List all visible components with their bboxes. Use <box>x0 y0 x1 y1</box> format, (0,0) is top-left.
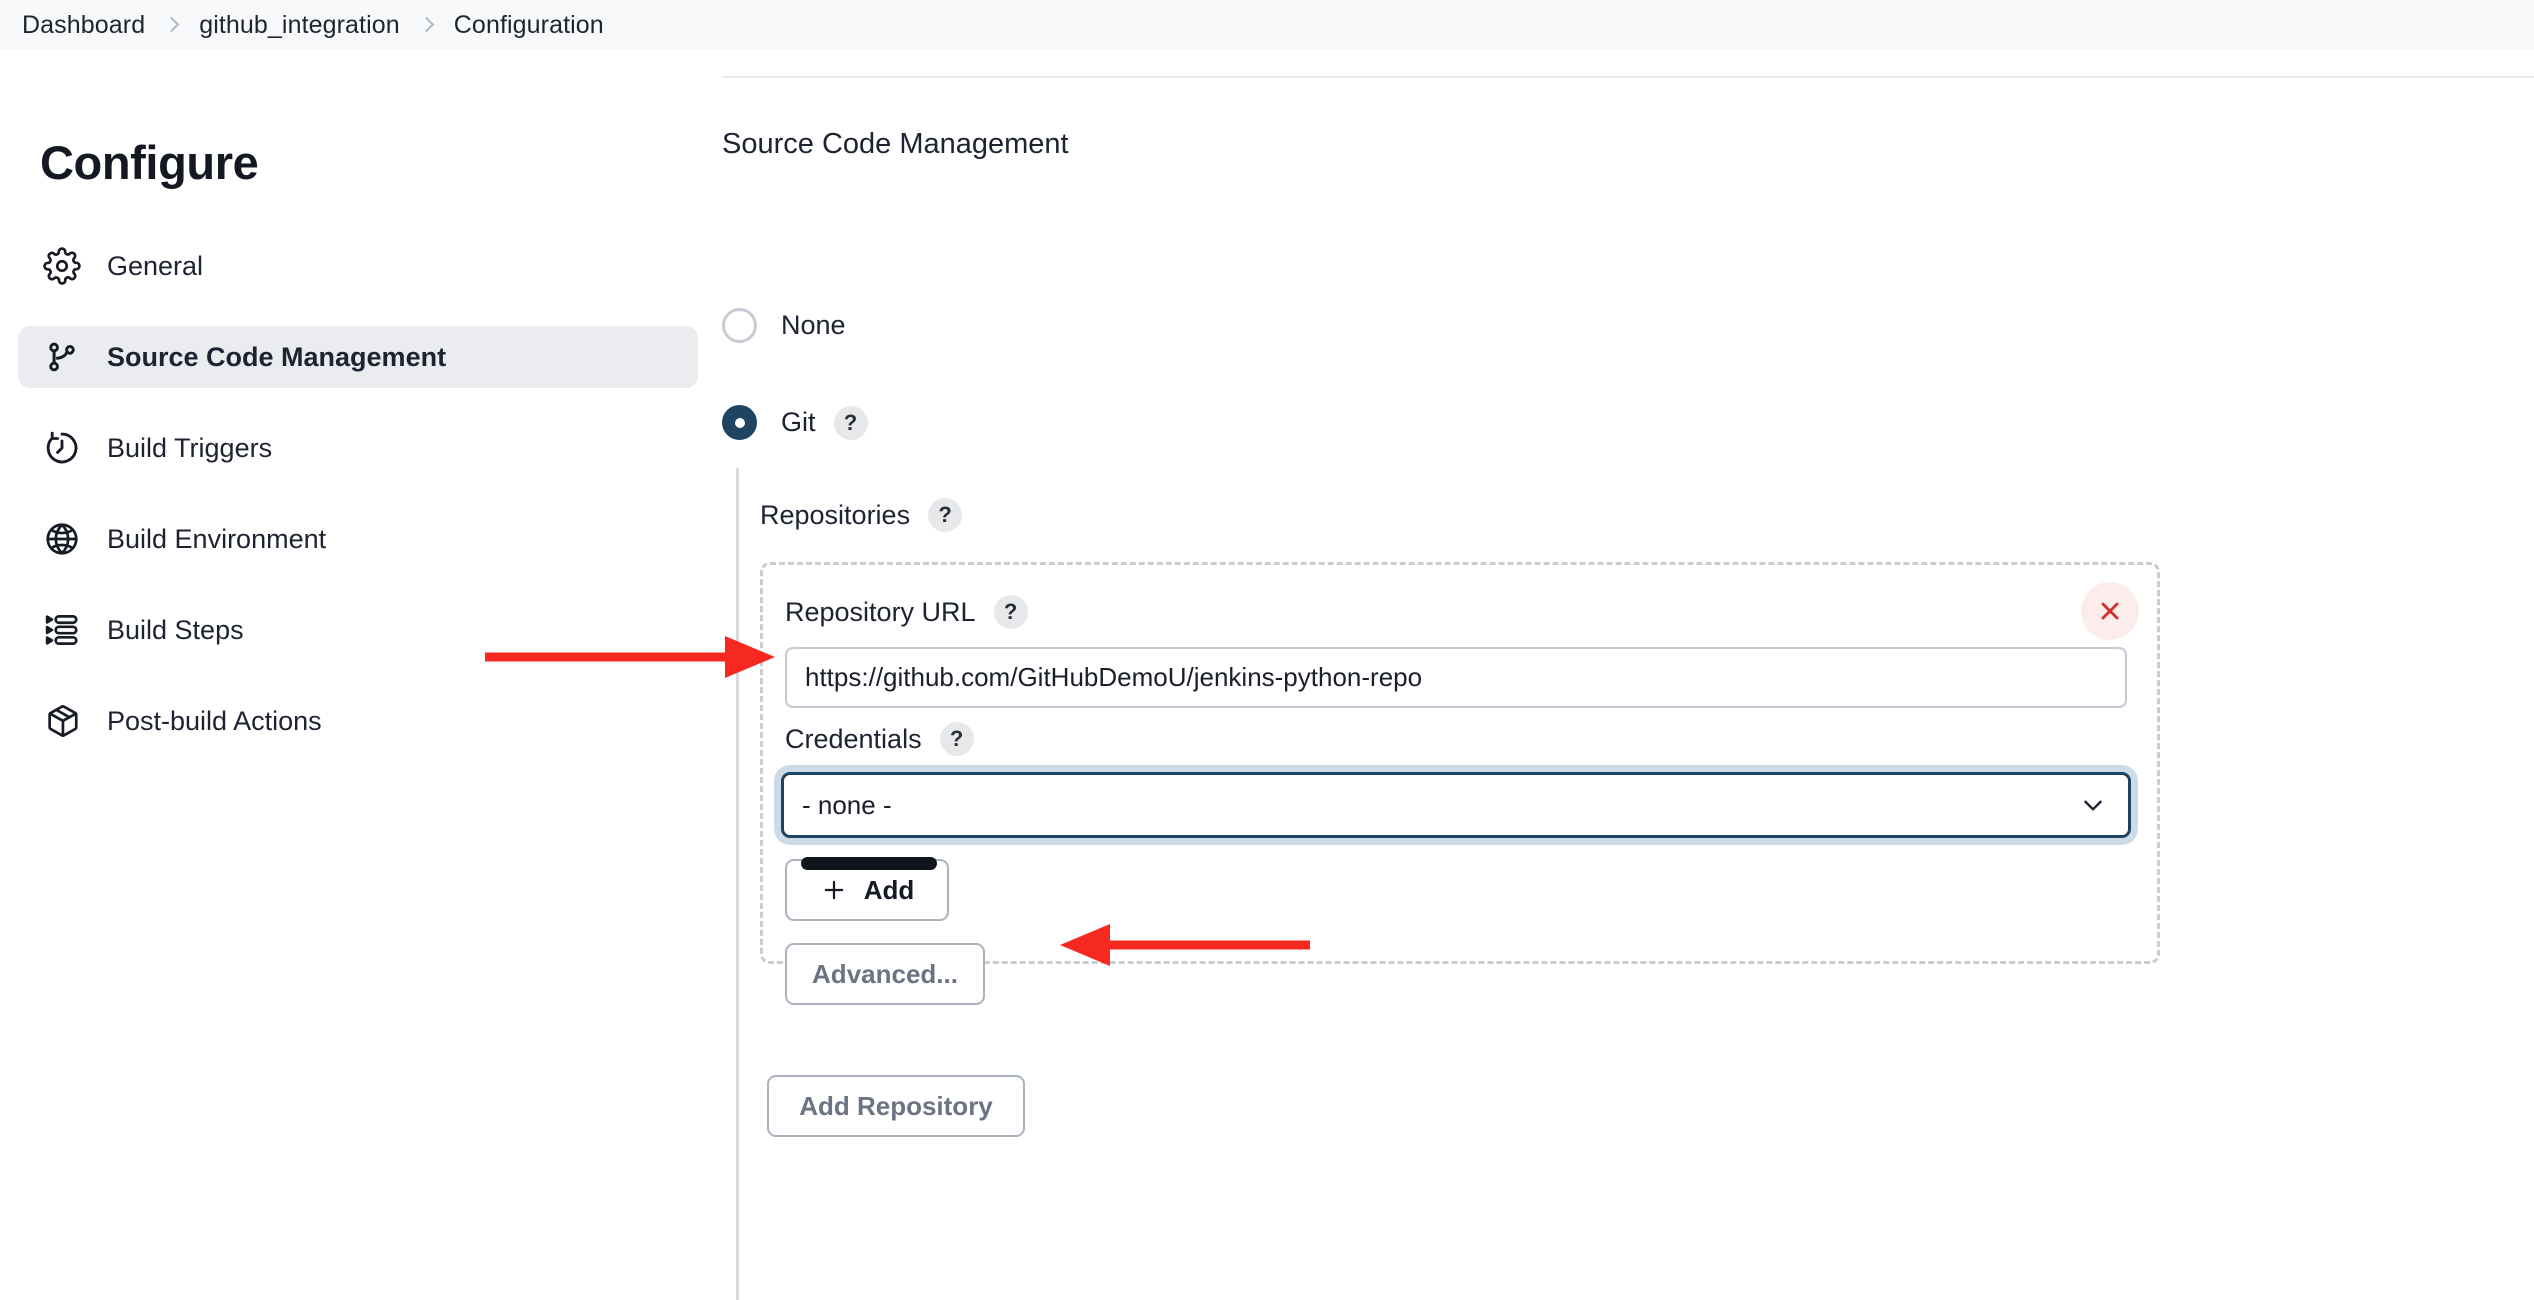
sidebar-item-general[interactable]: General <box>18 235 698 297</box>
scm-option-git[interactable]: Git ? <box>722 405 868 440</box>
package-icon <box>43 702 81 740</box>
repository-card: Repository URL ? Credentials ? - none - <box>760 562 2160 1005</box>
radio-git-dot <box>734 417 745 428</box>
page-title: Configure <box>40 136 259 189</box>
help-icon-git[interactable]: ? <box>833 405 868 440</box>
sidebar: Configure General Source Code Management… <box>0 50 722 1300</box>
sidebar-item-label: Source Code Management <box>107 341 447 372</box>
radio-none-label: None <box>781 310 846 340</box>
sidebar-item-build-steps[interactable]: Build Steps <box>18 599 698 661</box>
chevron-right-icon <box>420 18 434 32</box>
sidebar-item-label: Build Environment <box>107 523 327 554</box>
help-icon-repositories[interactable]: ? <box>928 498 963 532</box>
section-title: Source Code Management <box>722 128 1069 160</box>
list-steps-icon <box>43 611 81 649</box>
breadcrumb-item-dashboard[interactable]: Dashboard <box>22 11 145 40</box>
sidebar-item-build-environment[interactable]: Build Environment <box>18 508 698 570</box>
advanced-button[interactable]: Advanced... <box>785 943 985 1005</box>
credentials-label: Credentials <box>785 723 922 754</box>
breadcrumb-separator <box>165 14 179 36</box>
globe-icon <box>43 520 81 558</box>
sidebar-item-label: Build Steps <box>107 614 244 645</box>
section-vertical-rule <box>736 468 739 1300</box>
main-content: Source Code Management None Git ? Reposi… <box>722 50 2534 1300</box>
credentials-label-row: Credentials ? <box>785 722 974 756</box>
radio-git-label: Git <box>781 407 816 437</box>
add-repository-button[interactable]: Add Repository <box>767 1075 1025 1137</box>
add-credentials-button[interactable]: Add <box>785 857 949 921</box>
sidebar-item-label: Build Triggers <box>107 432 273 463</box>
sidebar-nav: General Source Code Management Build Tri… <box>18 235 698 781</box>
add-button-label: Add <box>863 874 915 905</box>
sidebar-item-source-code-management[interactable]: Source Code Management <box>18 326 698 388</box>
repositories-label-row: Repositories ? <box>760 498 963 532</box>
chevron-right-icon <box>165 18 179 32</box>
repository-url-label: Repository URL <box>785 596 976 627</box>
clock-icon <box>43 429 81 467</box>
breadcrumb: Dashboard github_integration Configurati… <box>0 0 2534 50</box>
gear-icon <box>43 247 81 285</box>
repository-url-input[interactable] <box>785 647 2127 708</box>
repositories-label: Repositories <box>760 499 911 530</box>
help-icon-repository-url[interactable]: ? <box>993 595 1028 629</box>
close-icon <box>2097 598 2123 624</box>
sidebar-item-label: Post-build Actions <box>107 705 322 736</box>
repository-url-label-row: Repository URL ? <box>785 595 1028 629</box>
sidebar-item-label: General <box>107 250 204 281</box>
radio-none[interactable] <box>722 308 757 343</box>
git-branch-icon <box>43 338 81 376</box>
chevron-down-icon <box>2080 792 2106 818</box>
add-button-indicator-bar <box>801 857 937 870</box>
breadcrumb-item-project[interactable]: github_integration <box>199 11 400 40</box>
breadcrumb-separator <box>420 14 434 36</box>
sidebar-item-post-build-actions[interactable]: Post-build Actions <box>18 690 698 752</box>
scm-option-none[interactable]: None <box>722 308 846 343</box>
delete-repository-button[interactable] <box>2081 582 2139 640</box>
radio-git[interactable] <box>722 405 757 440</box>
help-icon-credentials[interactable]: ? <box>939 722 974 756</box>
credentials-select[interactable]: - none - <box>781 772 2131 838</box>
credentials-selected-value: - none - <box>802 789 892 820</box>
sidebar-item-build-triggers[interactable]: Build Triggers <box>18 417 698 479</box>
plus-icon <box>820 876 848 904</box>
breadcrumb-item-configuration[interactable]: Configuration <box>454 11 604 40</box>
